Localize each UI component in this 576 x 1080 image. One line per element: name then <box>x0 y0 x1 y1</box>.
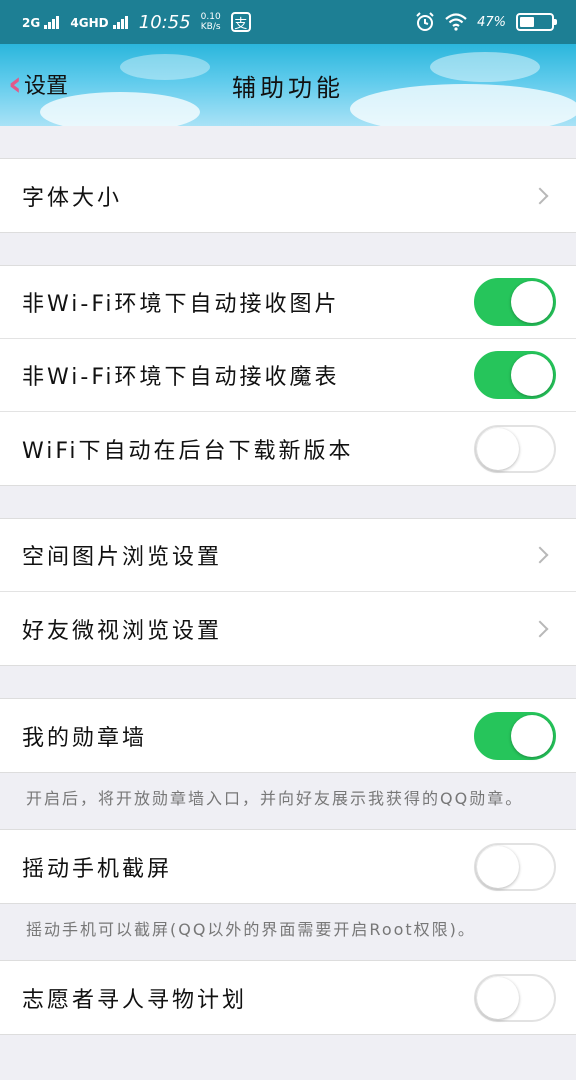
battery-percent: 47% <box>477 14 506 30</box>
battery-icon <box>516 13 557 31</box>
signal-4g-icon: 4GHD <box>70 15 128 30</box>
row-label: 摇动手机截屏 <box>22 856 173 882</box>
auto-receive-effects-toggle[interactable] <box>474 351 556 399</box>
medal-wall-row: 我的勋章墙 <box>0 699 576 772</box>
auto-download-update-toggle[interactable] <box>474 424 556 473</box>
row-label: 空间图片浏览设置 <box>22 545 223 570</box>
page-title: 辅助功能 <box>232 74 344 102</box>
row-label: 志愿者寻人寻物计划 <box>22 987 248 1013</box>
auto-receive-images-toggle[interactable] <box>474 278 556 326</box>
status-bar: 2G 4GHD 10:55 0.10 KB/s 支 47% <box>0 0 576 44</box>
auto-receive-images-row: 非Wi-Fi环境下自动接收图片 <box>0 266 576 339</box>
signal-2g-icon: 2G <box>22 15 60 30</box>
row-label: 非Wi-Fi环境下自动接收图片 <box>22 292 340 317</box>
auto-receive-effects-row: 非Wi-Fi环境下自动接收魔表 <box>0 339 576 412</box>
friend-weishi-settings-row[interactable]: 好友微视浏览设置 <box>0 592 576 665</box>
medal-wall-toggle[interactable] <box>474 711 556 760</box>
alipay-icon: 支 <box>230 12 251 32</box>
medal-wall-description: 开启后，将开放勋章墙入口，并向好友展示我获得的QQ勋章。 <box>26 789 524 808</box>
settings-group: 非Wi-Fi环境下自动接收图片 非Wi-Fi环境下自动接收魔表 WiFi下自动在… <box>0 265 576 486</box>
signal-4g-label: 4GHD <box>70 15 109 30</box>
settings-group: 空间图片浏览设置 好友微视浏览设置 <box>0 518 576 666</box>
chevron-right-icon <box>531 620 549 637</box>
alarm-icon <box>416 12 434 31</box>
volunteer-search-row: 志愿者寻人寻物计划 <box>0 961 576 1034</box>
row-label: 字体大小 <box>22 185 123 211</box>
shake-screenshot-toggle[interactable] <box>474 842 556 891</box>
nav-bar: ‹ 设置 辅助功能 <box>0 44 576 126</box>
qzone-image-settings-row[interactable]: 空间图片浏览设置 <box>0 519 576 592</box>
shake-screenshot-description: 摇动手机可以截屏(QQ以外的界面需要开启Root权限)。 <box>26 920 476 939</box>
net-speed: 0.10 KB/s <box>201 12 221 32</box>
row-label: 我的勋章墙 <box>22 725 148 751</box>
net-speed-value: 0.10 <box>200 12 221 22</box>
row-label: WiFi下自动在后台下载新版本 <box>22 438 354 464</box>
status-time: 10:55 <box>138 11 191 33</box>
settings-group: 字体大小 <box>0 158 576 233</box>
chevron-right-icon <box>531 187 549 204</box>
auto-download-update-row: WiFi下自动在后台下载新版本 <box>0 412 576 485</box>
shake-screenshot-row: 摇动手机截屏 <box>0 830 576 903</box>
net-speed-unit: KB/s <box>200 22 221 32</box>
settings-group: 摇动手机截屏 <box>0 829 576 904</box>
volunteer-search-toggle[interactable] <box>474 973 556 1022</box>
settings-group: 我的勋章墙 <box>0 698 576 773</box>
row-label: 好友微视浏览设置 <box>22 618 223 644</box>
settings-list: 字体大小 非Wi-Fi环境下自动接收图片 非Wi-Fi环境下自动接收魔表 WiF… <box>0 126 576 1035</box>
wifi-icon <box>445 13 467 31</box>
font-size-row[interactable]: 字体大小 <box>0 159 576 232</box>
row-label: 非Wi-Fi环境下自动接收魔表 <box>22 365 340 390</box>
settings-group: 志愿者寻人寻物计划 <box>0 960 576 1035</box>
chevron-right-icon <box>531 546 549 564</box>
signal-2g-label: 2G <box>22 15 41 30</box>
